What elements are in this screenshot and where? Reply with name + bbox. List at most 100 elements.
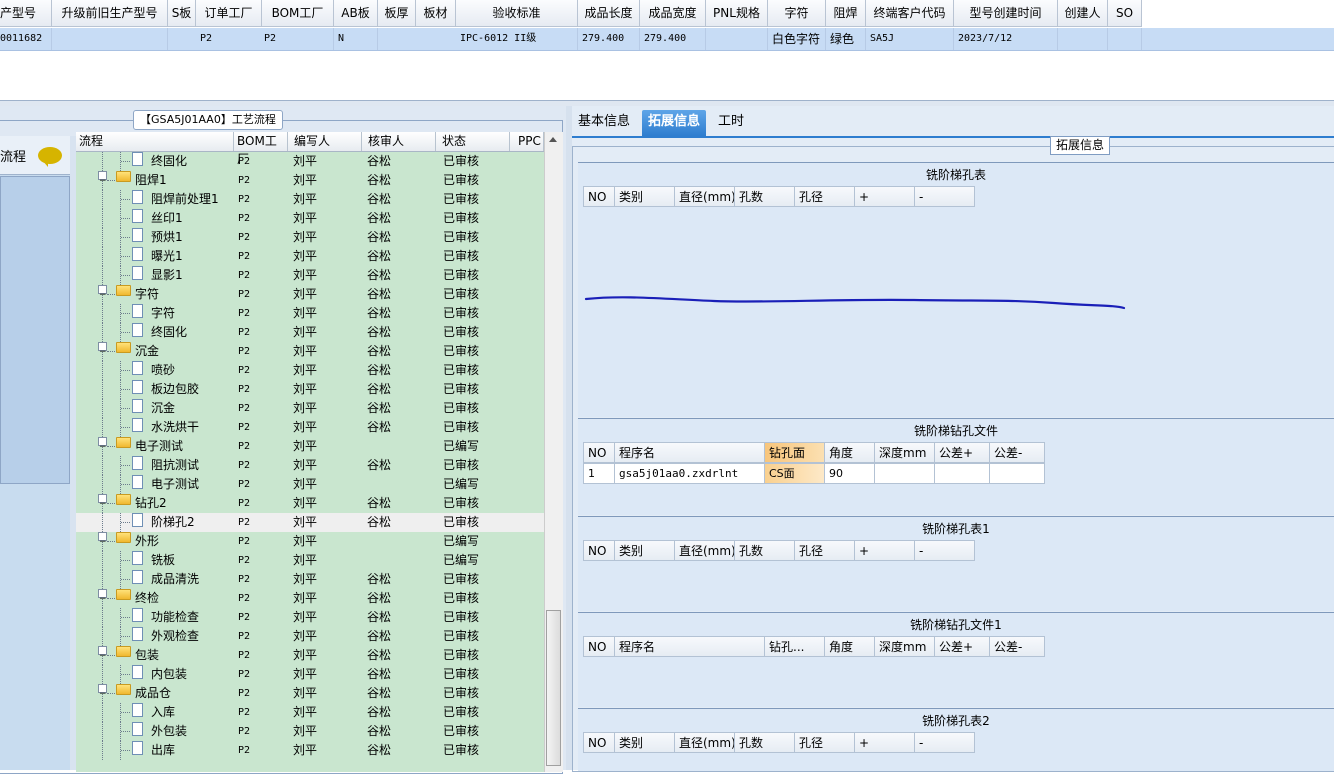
col-drill-side[interactable]: 钻孔...: [764, 636, 825, 657]
tab-extended-info[interactable]: 拓展信息: [642, 110, 707, 136]
cell-old-model[interactable]: [52, 28, 168, 50]
col-hole-count[interactable]: 孔数: [734, 540, 795, 561]
col-tol-minus[interactable]: 公差-: [989, 636, 1045, 657]
cell-pnl[interactable]: [706, 28, 768, 50]
tree-step-row[interactable]: 字符 P2 刘平 谷松 已审核: [76, 304, 544, 323]
col-length[interactable]: 成品长度: [578, 0, 640, 27]
cell-s-board[interactable]: P2: [168, 28, 212, 50]
tree-step-row[interactable]: 预烘1 P2 刘平 谷松 已审核: [76, 228, 544, 247]
col-hole-size[interactable]: 孔径: [794, 732, 855, 753]
col-diameter[interactable]: 直径(mm): [674, 186, 735, 207]
side-nav-header[interactable]: 流程: [0, 136, 70, 175]
col-diameter[interactable]: 直径(mm): [674, 732, 735, 753]
col-writer[interactable]: 编写人: [288, 132, 362, 151]
scroll-up-icon[interactable]: [549, 137, 557, 142]
collapse-toggle-icon[interactable]: −: [98, 494, 107, 509]
col-created[interactable]: 型号创建时间: [954, 0, 1058, 27]
tree-group-row[interactable]: − 沉金 P2 刘平 谷松 已审核: [76, 342, 544, 361]
tree-step-row[interactable]: 终固化 P2 刘平 谷松 已审核: [76, 323, 544, 342]
col-angle[interactable]: 角度: [824, 636, 875, 657]
col-pnl[interactable]: PNL规格: [706, 0, 768, 27]
tree-step-row[interactable]: 外包装 P2 刘平 谷松 已审核: [76, 722, 544, 741]
col-mask[interactable]: 阻焊: [826, 0, 866, 27]
col-hole-count[interactable]: 孔数: [734, 186, 795, 207]
tree-group-row[interactable]: − 外形 P2 刘平 已编写: [76, 532, 544, 551]
tree-step-row[interactable]: 铣板 P2 刘平 已编写: [76, 551, 544, 570]
col-angle[interactable]: 角度: [824, 442, 875, 463]
cell-char[interactable]: 白色字符: [768, 28, 826, 50]
tree-step-row[interactable]: 成品清洗 P2 刘平 谷松 已审核: [76, 570, 544, 589]
cell-customer-code[interactable]: SA5J: [866, 28, 954, 50]
col-char[interactable]: 字符: [768, 0, 826, 27]
tree-step-row[interactable]: 功能检查 P2 刘平 谷松 已审核: [76, 608, 544, 627]
tree-group-row[interactable]: − 包装 P2 刘平 谷松 已审核: [76, 646, 544, 665]
tree-group-row[interactable]: − 钻孔2 P2 刘平 谷松 已审核: [76, 494, 544, 513]
col-s-board[interactable]: S板: [168, 0, 196, 27]
col-minus[interactable]: -: [914, 732, 975, 753]
col-order-factory[interactable]: 订单工厂: [196, 0, 262, 27]
col-diameter[interactable]: 直径(mm): [674, 540, 735, 561]
col-minus[interactable]: -: [914, 540, 975, 561]
col-ab-board[interactable]: AB板: [334, 0, 378, 27]
cell-ab-board[interactable]: N: [334, 28, 378, 50]
tree-step-row[interactable]: 出库 P2 刘平 谷松 已审核: [76, 741, 544, 760]
tree-step-row[interactable]: 外观检查 P2 刘平 谷松 已审核: [76, 627, 544, 646]
cell-tol-minus[interactable]: [989, 463, 1045, 484]
col-tol-plus[interactable]: 公差+: [934, 442, 990, 463]
tree-step-row[interactable]: 阻焊前处理1 P2 刘平 谷松 已审核: [76, 190, 544, 209]
col-plus[interactable]: +: [854, 732, 915, 753]
tree-step-row[interactable]: 曝光1 P2 刘平 谷松 已审核: [76, 247, 544, 266]
tab-basic-info[interactable]: 基本信息: [572, 110, 636, 136]
cell-standard[interactable]: IPC-6012 II级: [456, 28, 578, 50]
tree-step-row[interactable]: 内包装 P2 刘平 谷松 已审核: [76, 665, 544, 684]
tab-work-hours[interactable]: 工时: [712, 110, 750, 136]
product-grid-row[interactable]: 0011682 P2 P2 N IPC-6012 II级 279.400 279…: [0, 28, 1334, 51]
cell-length[interactable]: 279.400: [578, 28, 640, 50]
collapse-toggle-icon[interactable]: −: [98, 684, 107, 699]
cell-drill-side[interactable]: CS面: [764, 463, 825, 484]
cell-order-factory[interactable]: P2: [262, 28, 334, 50]
col-reviewer[interactable]: 核审人: [362, 132, 436, 151]
collapse-toggle-icon[interactable]: −: [98, 342, 107, 357]
col-width[interactable]: 成品宽度: [640, 0, 706, 27]
col-no[interactable]: NO: [583, 442, 615, 463]
col-no[interactable]: NO: [583, 186, 615, 207]
col-plus[interactable]: +: [854, 186, 915, 207]
tree-step-row[interactable]: 入库 P2 刘平 谷松 已审核: [76, 703, 544, 722]
col-hole-count[interactable]: 孔数: [734, 732, 795, 753]
col-status[interactable]: 状态: [436, 132, 510, 151]
col-category[interactable]: 类别: [614, 732, 675, 753]
tree-group-row[interactable]: − 终检 P2 刘平 谷松 已审核: [76, 589, 544, 608]
collapse-toggle-icon[interactable]: −: [98, 437, 107, 452]
collapse-toggle-icon[interactable]: −: [98, 285, 107, 300]
cell-mask[interactable]: 绿色: [826, 28, 866, 50]
col-program[interactable]: 程序名: [614, 636, 765, 657]
col-old-model[interactable]: 升级前旧生产型号: [52, 0, 168, 27]
col-model[interactable]: 产型号: [0, 0, 52, 27]
cell-created[interactable]: 2023/7/12: [954, 28, 1058, 50]
col-material[interactable]: 板材: [416, 0, 456, 27]
col-minus[interactable]: -: [914, 186, 975, 207]
collapse-toggle-icon[interactable]: −: [98, 532, 107, 547]
cell-width[interactable]: 279.400: [640, 28, 706, 50]
col-hole-size[interactable]: 孔径: [794, 186, 855, 207]
cell-tol-plus[interactable]: [934, 463, 990, 484]
tree-group-row[interactable]: − 电子测试 P2 刘平 已编写: [76, 437, 544, 456]
col-standard[interactable]: 验收标准: [456, 0, 578, 27]
tree-step-row[interactable]: 沉金 P2 刘平 谷松 已审核: [76, 399, 544, 418]
collapse-toggle-icon[interactable]: −: [98, 646, 107, 661]
tree-step-row[interactable]: 水洗烘干 P2 刘平 谷松 已审核: [76, 418, 544, 437]
col-plus[interactable]: +: [854, 540, 915, 561]
tree-step-row[interactable]: 板边包胶 P2 刘平 谷松 已审核: [76, 380, 544, 399]
process-tree-scrollbar[interactable]: [544, 132, 563, 772]
col-customer-code[interactable]: 终端客户代码: [866, 0, 954, 27]
cell-depth[interactable]: [874, 463, 935, 484]
tree-step-row[interactable]: 丝印1 P2 刘平 谷松 已审核: [76, 209, 544, 228]
col-thickness[interactable]: 板厚: [378, 0, 416, 27]
col-so[interactable]: SO: [1108, 0, 1142, 27]
cell-angle[interactable]: 90: [824, 463, 875, 484]
tree-group-row[interactable]: − 成品仓 P2 刘平 谷松 已审核: [76, 684, 544, 703]
col-category[interactable]: 类别: [614, 540, 675, 561]
collapse-toggle-icon[interactable]: −: [98, 589, 107, 604]
col-bom-factory[interactable]: BOM工厂: [234, 132, 288, 166]
